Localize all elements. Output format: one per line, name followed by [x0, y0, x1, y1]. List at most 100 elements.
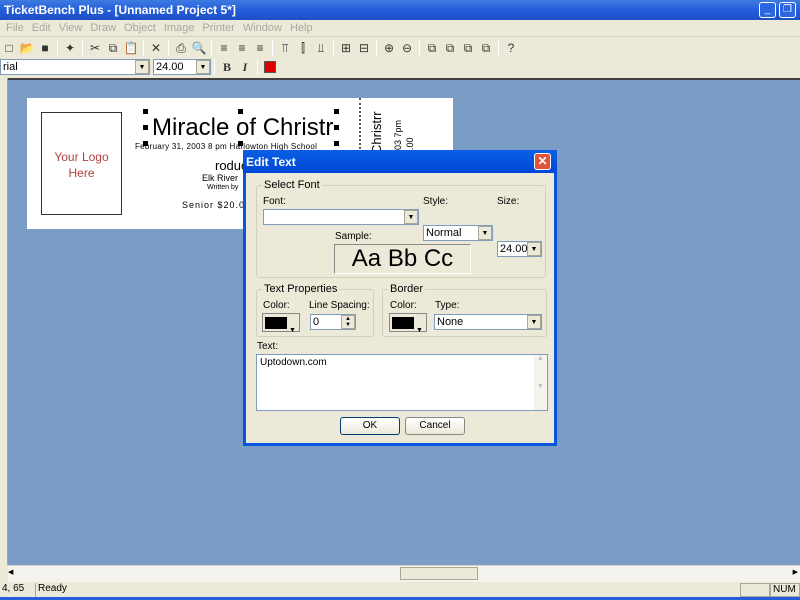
- align-bottom-icon[interactable]: ⫫: [312, 39, 330, 57]
- text-value: Uptodown.com: [260, 357, 327, 368]
- center-vertical-icon[interactable]: ⊟: [355, 39, 373, 57]
- border-color-picker[interactable]: ▼: [389, 313, 427, 334]
- text-input[interactable]: Uptodown.com ▲ ▼: [256, 354, 548, 411]
- chevron-down-icon[interactable]: ▼: [478, 226, 492, 240]
- title-bar: TicketBench Plus - [Unnamed Project 5*]: [0, 0, 800, 20]
- text-color-picker[interactable]: ▼: [262, 313, 300, 334]
- type-label: Type:: [435, 300, 460, 311]
- chevron-down-icon[interactable]: ▼: [527, 242, 541, 256]
- ok-button[interactable]: OK: [340, 417, 400, 435]
- wizard-icon[interactable]: ✦: [61, 39, 79, 57]
- dialog-title-bar: Edit Text ✕: [243, 150, 557, 173]
- chevron-down-icon[interactable]: ▼: [196, 60, 210, 74]
- vertical-ruler: [0, 78, 8, 565]
- text-color-button[interactable]: [261, 58, 279, 76]
- save-icon[interactable]: ■: [36, 39, 54, 57]
- bold-button[interactable]: B: [218, 58, 236, 76]
- sample-preview: Aa Bb Cc: [334, 244, 471, 274]
- size-select[interactable]: 24.00 ▼: [153, 59, 211, 75]
- cancel-button[interactable]: Cancel: [405, 417, 465, 435]
- restore-button[interactable]: ❐: [779, 2, 796, 18]
- size-select[interactable]: 24.00 ▼: [497, 241, 542, 257]
- font-select[interactable]: ▼: [263, 209, 419, 225]
- line-spacing-stepper[interactable]: 0 ▲ ▼: [310, 314, 356, 330]
- chevron-down-icon[interactable]: ▼: [135, 60, 149, 74]
- style-value: Normal: [426, 227, 462, 239]
- spinner-icon[interactable]: ▲ ▼: [341, 315, 355, 329]
- menu-printer[interactable]: Printer: [198, 20, 238, 36]
- stub-title[interactable]: Christrr: [369, 111, 384, 154]
- toolbar-separator: [272, 40, 273, 56]
- status-coordinates: 4, 65: [0, 583, 36, 597]
- ticket-price[interactable]: Senior $20.0: [182, 200, 245, 210]
- center-horizontal-icon[interactable]: ⊞: [337, 39, 355, 57]
- line-spacing-value: 0: [313, 316, 320, 328]
- send-backward-icon[interactable]: ⧉: [477, 39, 495, 57]
- font-value: rial: [3, 61, 18, 73]
- menu-object[interactable]: Object: [120, 20, 160, 36]
- style-select[interactable]: Normal ▼: [423, 225, 493, 241]
- resize-handle[interactable]: [143, 125, 148, 130]
- toolbar-separator: [419, 40, 420, 56]
- bring-forward-icon[interactable]: ⧉: [459, 39, 477, 57]
- bring-front-icon[interactable]: ⧉: [423, 39, 441, 57]
- zoom-in-icon[interactable]: ⊕: [380, 39, 398, 57]
- send-back-icon[interactable]: ⧉: [441, 39, 459, 57]
- horizontal-scrollbar[interactable]: ◀ ▶: [8, 565, 800, 582]
- menu-file[interactable]: File: [2, 20, 28, 36]
- scroll-left-icon[interactable]: ◀: [8, 568, 13, 576]
- delete-icon[interactable]: ✕: [147, 39, 165, 57]
- zoom-out-icon[interactable]: ⊖: [398, 39, 416, 57]
- menu-draw[interactable]: Draw: [86, 20, 120, 36]
- copy-icon[interactable]: ⧉: [104, 39, 122, 57]
- help-icon[interactable]: ?: [502, 39, 520, 57]
- menu-image[interactable]: Image: [160, 20, 199, 36]
- print-preview-icon[interactable]: 🔍: [190, 39, 208, 57]
- resize-handle[interactable]: [238, 109, 243, 114]
- logo-placeholder[interactable]: Your Logo Here: [41, 112, 122, 215]
- align-middle-icon[interactable]: ⫿: [294, 39, 312, 57]
- menu-view[interactable]: View: [55, 20, 87, 36]
- menu-window[interactable]: Window: [239, 20, 286, 36]
- ticket-title[interactable]: Miracle of Christr: [152, 114, 333, 142]
- align-top-icon[interactable]: ⫪: [276, 39, 294, 57]
- scroll-right-icon[interactable]: ▶: [793, 568, 798, 576]
- ticket-location[interactable]: Elk River: [202, 173, 238, 183]
- stub-date[interactable]: 03 7pm: [393, 120, 403, 150]
- open-icon[interactable]: 📂: [18, 39, 36, 57]
- text-scrollbar[interactable]: ▲ ▼: [534, 355, 547, 410]
- font-select[interactable]: rial ▼: [0, 59, 150, 75]
- scroll-thumb[interactable]: [400, 567, 478, 580]
- toolbar-separator: [376, 40, 377, 56]
- resize-handle[interactable]: [334, 109, 339, 114]
- chevron-down-icon[interactable]: ▼: [527, 315, 541, 329]
- chevron-down-icon[interactable]: ▼: [404, 210, 418, 224]
- paste-icon[interactable]: 📋: [122, 39, 140, 57]
- menu-edit[interactable]: Edit: [28, 20, 55, 36]
- font-label: Font:: [263, 196, 286, 207]
- border-type-select[interactable]: None ▼: [434, 314, 542, 330]
- print-icon[interactable]: ⎙: [172, 39, 190, 57]
- cut-icon[interactable]: ✂: [86, 39, 104, 57]
- size-label: Size:: [497, 196, 520, 207]
- text-color-label: Color:: [263, 300, 290, 311]
- menu-bar: File Edit View Draw Object Image Printer Window…: [0, 20, 800, 37]
- align-center-icon[interactable]: ≡: [233, 39, 251, 57]
- align-left-icon[interactable]: ≡: [215, 39, 233, 57]
- size-value: 24.00: [500, 243, 528, 255]
- menu-help[interactable]: Help: [286, 20, 317, 36]
- minimize-button[interactable]: _: [759, 2, 776, 18]
- edit-text-dialog: Edit Text ✕ Select Font Font: ▼ Style: N…: [243, 150, 557, 446]
- stub-price[interactable]: .00: [405, 137, 415, 150]
- italic-button[interactable]: I: [236, 58, 254, 76]
- resize-handle[interactable]: [143, 109, 148, 114]
- close-icon[interactable]: ✕: [534, 153, 551, 170]
- resize-handle[interactable]: [334, 141, 339, 146]
- main-toolbar: □ 📂 ■ ✦ ✂ ⧉ 📋 ✕ ⎙ 🔍 ≡ ≡ ≡ ⫪ ⫿ ⫫ ⊞ ⊟ ⊕ ⊖ ⧉ ⧉ ⧉ ⧉?: [0, 38, 800, 58]
- toolbar-separator: [211, 40, 212, 56]
- resize-handle[interactable]: [334, 125, 339, 130]
- align-right-icon[interactable]: ≡: [251, 39, 269, 57]
- new-icon[interactable]: □: [0, 39, 18, 57]
- ticket-author[interactable]: Written by: [207, 184, 238, 191]
- border-type-value: None: [437, 316, 464, 328]
